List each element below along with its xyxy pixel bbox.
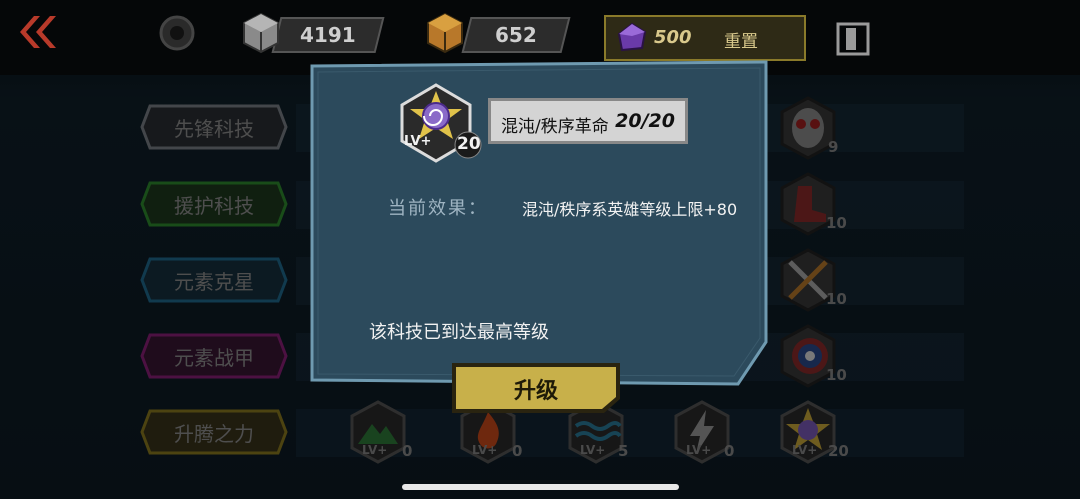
gem-count: 500: [654, 27, 692, 48]
gold-cube-icon: [427, 12, 463, 54]
upgrade-label: 升级: [513, 379, 558, 404]
lv-plus-label: LV+: [404, 134, 432, 149]
tech-title-box: 混沌/秩序革命 20/20: [488, 98, 688, 144]
reset-label: 重置: [724, 32, 758, 52]
current-effect-value: 混沌/秩序系英雄等级上限+80: [522, 200, 738, 219]
back-arrow-icon[interactable]: [14, 14, 60, 50]
tech-level-progress: 20/20: [615, 110, 675, 132]
resource-1-value: 4191: [300, 23, 356, 47]
resource-2-counter: 652: [461, 17, 571, 53]
reset-button[interactable]: 500 重置: [604, 15, 806, 61]
upgrade-button[interactable]: 升级: [450, 361, 622, 415]
tech-title: 混沌/秩序革命: [501, 117, 609, 137]
current-effect-label: 当前效果：: [388, 198, 488, 219]
gear-icon: [159, 15, 195, 51]
max-level-message: 该科技已到达最高等级: [369, 322, 549, 343]
resource-1-counter: 4191: [271, 17, 385, 53]
badge-level: 20: [457, 134, 481, 154]
home-indicator[interactable]: [402, 484, 679, 490]
silver-cube-icon: [243, 12, 279, 54]
purple-gem-icon: [617, 22, 647, 52]
resource-2-value: 652: [495, 23, 537, 47]
book-icon[interactable]: [832, 20, 874, 58]
